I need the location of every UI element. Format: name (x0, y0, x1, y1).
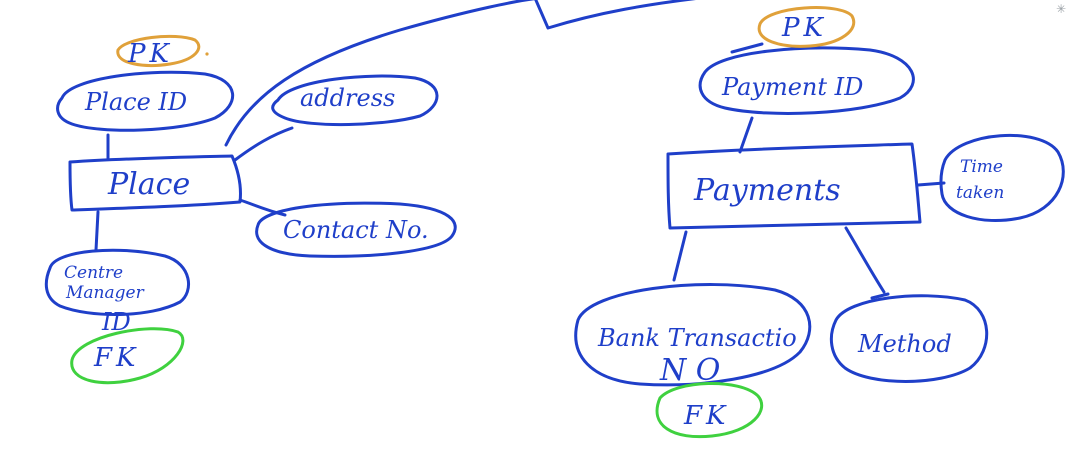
connector-payments-method (844, 226, 886, 294)
connector-pk-paymentid (730, 42, 764, 54)
place-fk-label: FK (93, 343, 139, 373)
place-pk-dot (205, 52, 209, 56)
time-taken-attribute (939, 133, 1065, 222)
centre-manager-line1: Centre (64, 263, 123, 283)
place-entity-label: Place (107, 167, 190, 202)
whiteboard-canvas[interactable]: ✳ Place Place ID PK address Contact No. … (0, 0, 1086, 458)
payments-entity-group: Payments Payment ID PK Time taken Bank T… (574, 6, 1065, 439)
contact-no-label: Contact No. (283, 216, 429, 244)
time-taken-line1: Time (960, 157, 1003, 177)
bank-transaction-line1: Bank Transactio (597, 324, 797, 352)
connector-place-manager (94, 210, 100, 252)
offscreen-shape (534, 0, 697, 30)
method-label: Method (857, 330, 952, 358)
connector-paymentid-payments (738, 116, 754, 154)
connector-place-address (233, 126, 294, 162)
payments-pk-label: PK (781, 13, 827, 43)
place-id-label: Place ID (84, 88, 187, 116)
connector-payments-bank (672, 230, 688, 282)
time-taken-line2: taken (956, 183, 1004, 203)
payments-entity-label: Payments (693, 173, 841, 208)
er-diagram: Place Place ID PK address Contact No. Ce… (44, 0, 1065, 439)
centre-manager-line2: Manager (65, 283, 145, 303)
place-pk-label: PK (127, 39, 173, 69)
address-label: address (300, 84, 395, 112)
payments-fk-label: FK (683, 401, 729, 431)
payment-id-label: Payment ID (721, 73, 863, 101)
